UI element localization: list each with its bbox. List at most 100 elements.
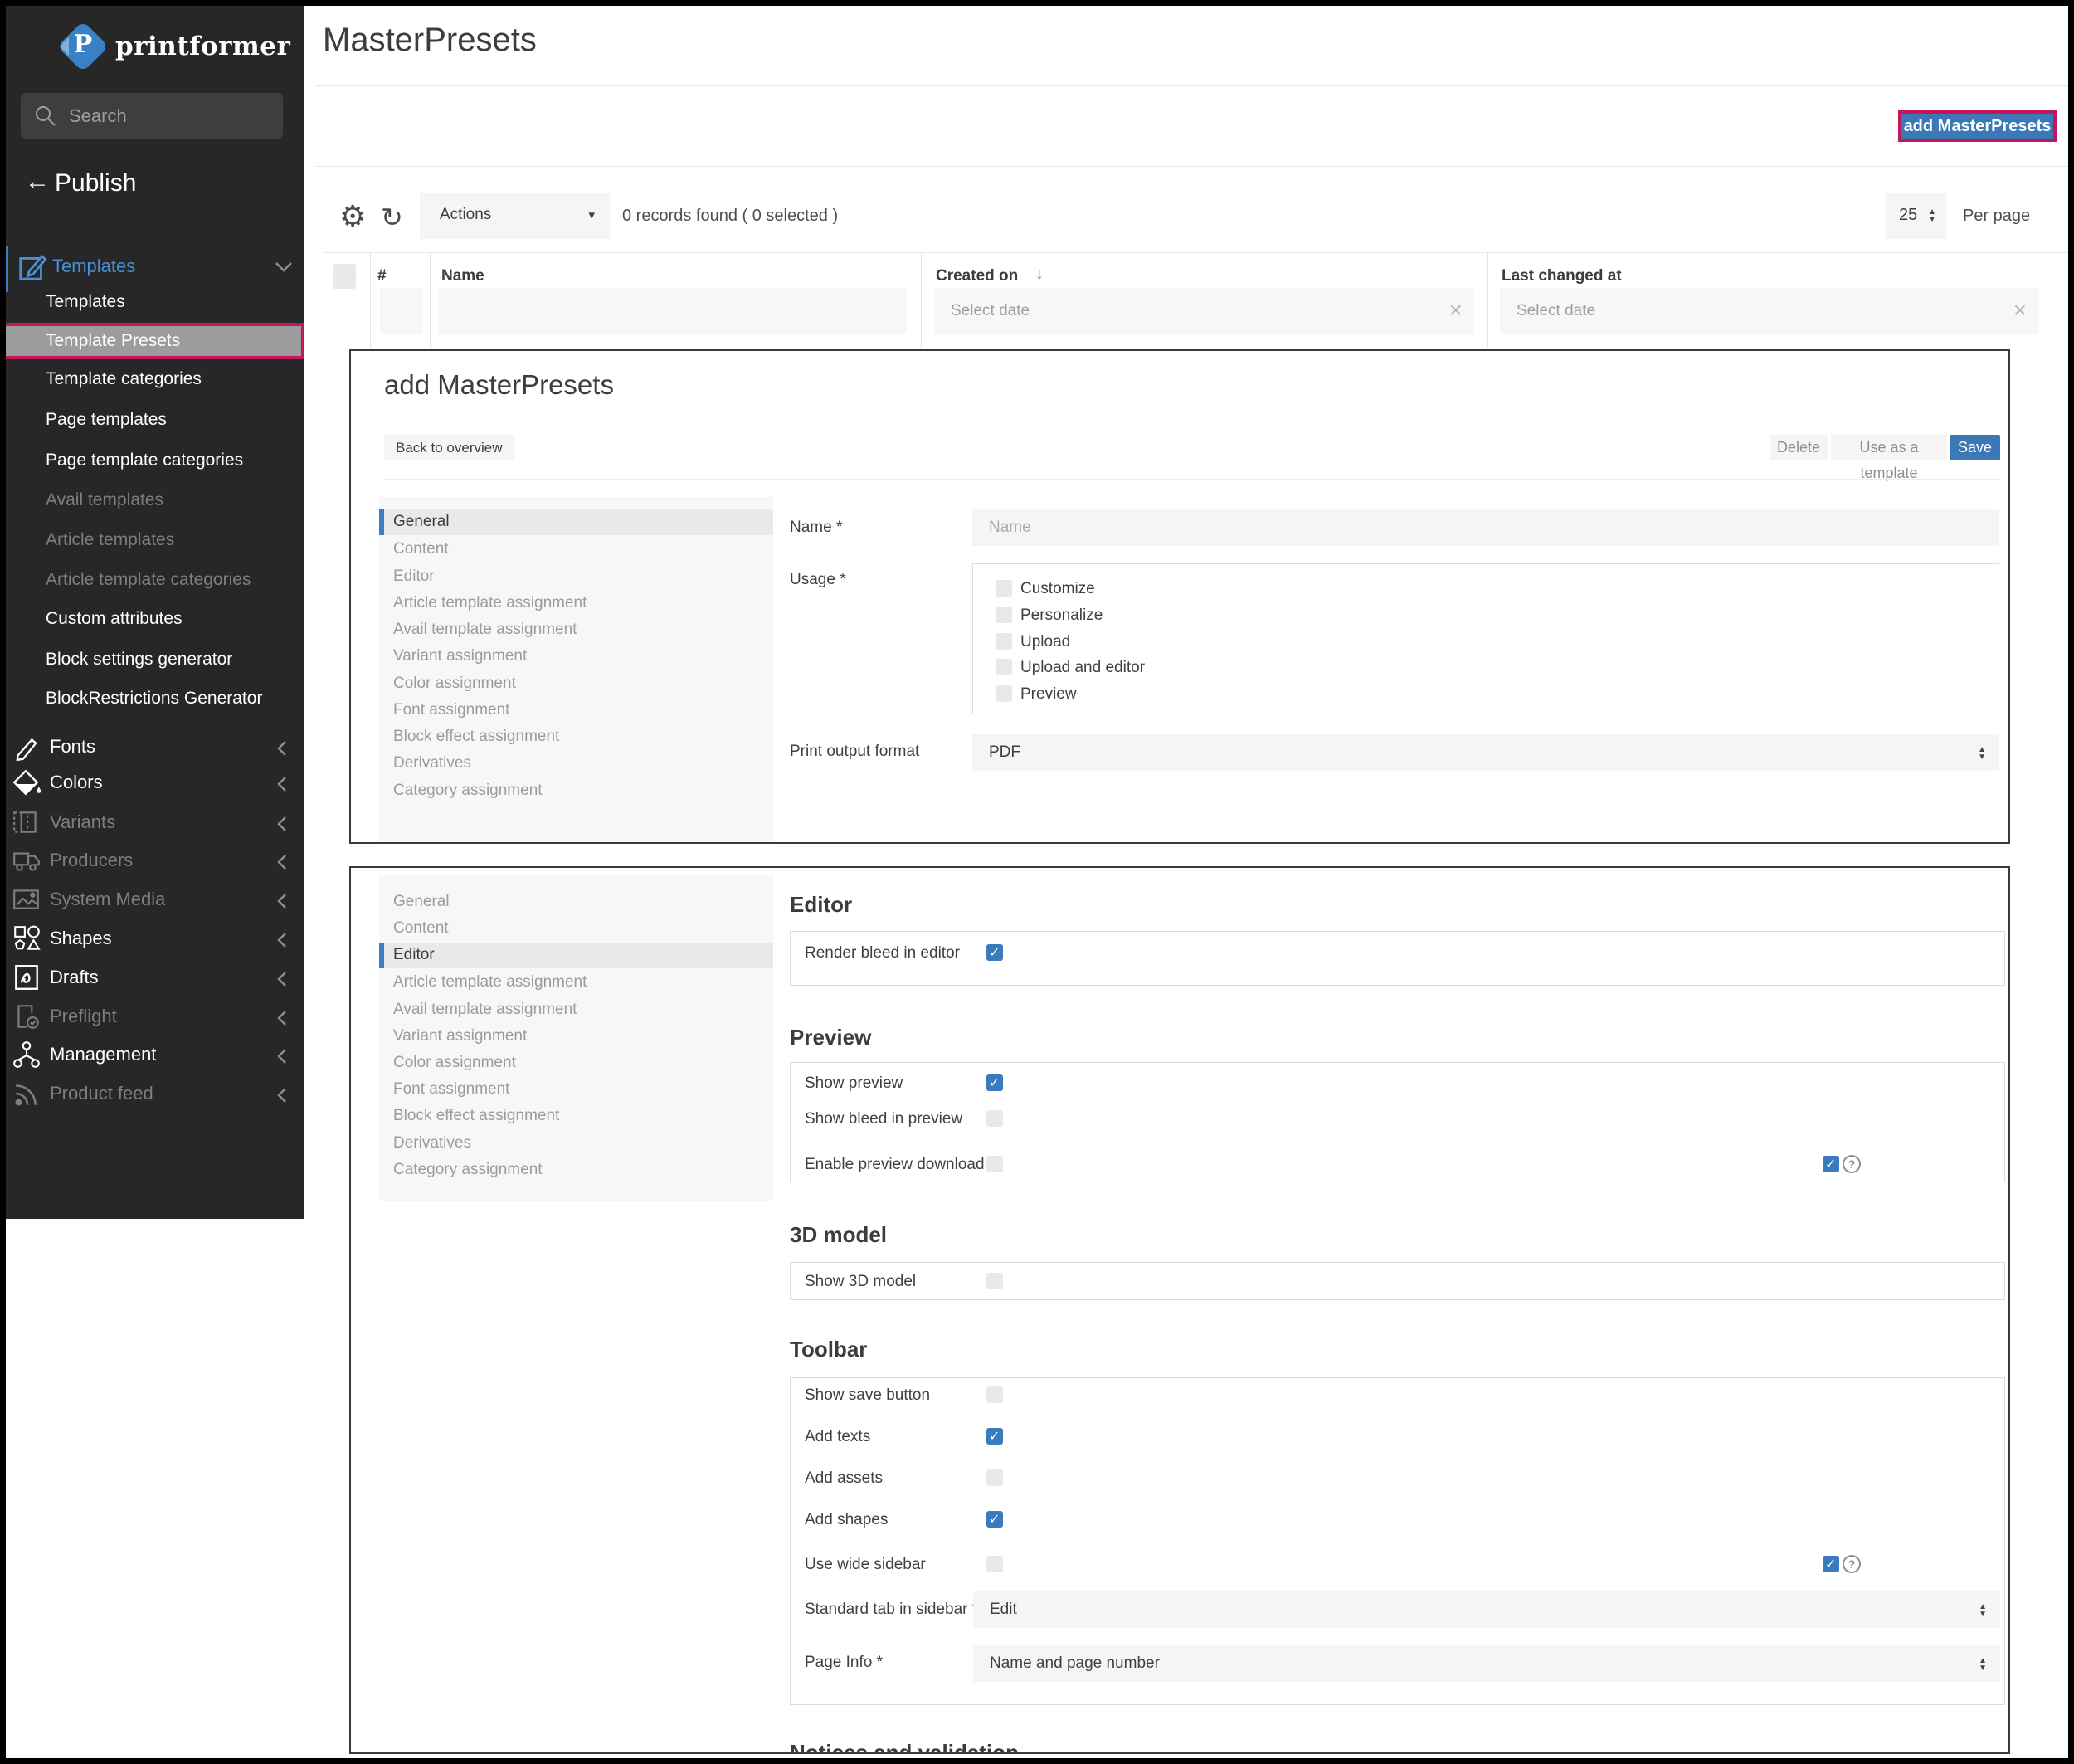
sidebar-item-page-templates[interactable]: Page templates [46, 410, 295, 435]
checkbox-use-wide-sidebar[interactable] [986, 1556, 1003, 1572]
nav-item-general[interactable]: General [393, 893, 450, 911]
chevron-down-icon [274, 261, 294, 278]
checkbox-upload-and-editor[interactable] [996, 659, 1012, 675]
sidebar-item-drafts[interactable]: Drafts [0, 959, 304, 997]
column-header-created-on[interactable]: Created on [936, 267, 1018, 285]
checkbox-add-texts[interactable] [986, 1428, 1003, 1445]
per-page-select[interactable]: 25 ▲▼ [1886, 193, 1946, 239]
name-filter-input[interactable] [438, 288, 907, 334]
column-header-name[interactable]: Name [441, 267, 484, 285]
nav-item-category-assignment[interactable]: Category assignment [393, 1161, 543, 1179]
sidebar-item-producers[interactable]: Producers [0, 842, 304, 880]
sidebar-item-template-categories[interactable]: Template categories [46, 369, 295, 394]
chevron-left-icon [275, 931, 289, 953]
help-icon[interactable]: ? [1843, 1155, 1861, 1173]
checkbox-add-assets[interactable] [986, 1469, 1003, 1486]
sidebar-item-avail-templates[interactable]: Avail templates [46, 490, 295, 515]
created-on-date-filter[interactable]: × [934, 288, 1474, 334]
sidebar-item-template-presets[interactable]: Template Presets [0, 323, 304, 359]
add-masterpresets-button[interactable]: add MasterPresets [1898, 110, 2057, 142]
toolbar-group: Show save button Add texts Add assets Ad… [790, 1377, 2005, 1705]
clear-filter-icon[interactable]: × [1449, 297, 1463, 324]
nav-item-color-assignment[interactable]: Color assignment [393, 675, 516, 693]
nav-item-color-assignment[interactable]: Color assignment [393, 1054, 516, 1072]
sidebar-item-article-templates[interactable]: Article templates [46, 530, 295, 555]
column-header-last-changed[interactable]: Last changed at [1502, 267, 1622, 285]
chevron-left-icon [275, 1047, 289, 1070]
nav-item-block-effect-assignment[interactable]: Block effect assignment [393, 728, 559, 746]
sidebar-item-variants[interactable]: Variants [0, 804, 304, 842]
checkbox-enable-preview-download-override[interactable] [1823, 1156, 1839, 1172]
use-as-template-button[interactable]: Use as a template [1831, 435, 1947, 460]
usage-field-label: Usage * [790, 571, 846, 589]
sidebar-item-article-template-categories[interactable]: Article template categories [46, 570, 295, 595]
checkbox-customize[interactable] [996, 580, 1012, 597]
nav-item-article-template-assignment[interactable]: Article template assignment [393, 594, 587, 612]
checkbox-use-wide-sidebar-override[interactable] [1823, 1556, 1839, 1572]
sidebar-item-management[interactable]: Management [0, 1036, 304, 1074]
usage-options-group: Customize Personalize Upload Upload and … [972, 563, 1999, 714]
sidebar-item-fonts[interactable]: Fonts [0, 729, 304, 767]
nav-item-category-assignment[interactable]: Category assignment [393, 782, 543, 800]
nav-item-avail-template-assignment[interactable]: Avail template assignment [393, 621, 577, 639]
column-header-index[interactable]: # [377, 267, 387, 285]
nav-item-variant-assignment[interactable]: Variant assignment [393, 647, 527, 665]
sidebar-item-templates[interactable]: Templates [46, 292, 295, 317]
nav-item-font-assignment[interactable]: Font assignment [393, 1080, 509, 1099]
print-format-select[interactable]: PDF ▲▼ [972, 734, 1999, 771]
sidebar-item-custom-attributes[interactable]: Custom attributes [46, 609, 295, 634]
nav-item-avail-template-assignment[interactable]: Avail template assignment [393, 1001, 577, 1019]
save-button[interactable]: Save [1950, 435, 2000, 460]
last-changed-date-filter[interactable]: × [1500, 288, 2038, 334]
checkbox-upload[interactable] [996, 633, 1012, 650]
settings-gear-icon[interactable]: ⚙ [339, 199, 366, 234]
checkbox-enable-preview-download[interactable] [986, 1156, 1003, 1172]
checkbox-show-3d-model[interactable] [986, 1273, 1003, 1289]
help-icon[interactable]: ? [1843, 1555, 1861, 1573]
back-to-overview-button[interactable]: Back to overview [384, 435, 514, 460]
clear-filter-icon[interactable]: × [2013, 297, 2027, 324]
nav-item-font-assignment[interactable]: Font assignment [393, 701, 509, 719]
sidebar-item-block-settings-generator[interactable]: Block settings generator [46, 650, 295, 675]
nav-item-editor[interactable]: Editor [393, 568, 435, 586]
select-all-checkbox[interactable] [333, 264, 356, 289]
pdf-document-icon [12, 962, 41, 997]
standard-tab-select[interactable]: Edit ▲▼ [973, 1591, 2000, 1628]
sidebar-item-templates-group[interactable]: Templates [0, 244, 304, 292]
name-field-label: Name * [790, 519, 842, 537]
checkbox-personalize[interactable] [996, 607, 1012, 623]
sidebar-item-system-media[interactable]: System Media [0, 881, 304, 919]
checkbox-add-shapes[interactable] [986, 1511, 1003, 1528]
checkbox-show-preview[interactable] [986, 1074, 1003, 1091]
actions-dropdown[interactable]: Actions ▾ [420, 193, 610, 239]
nav-item-derivatives[interactable]: Derivatives [393, 1134, 471, 1152]
page-info-select[interactable]: Name and page number ▲▼ [973, 1645, 2000, 1682]
checkbox-show-bleed-preview[interactable] [986, 1110, 1003, 1127]
nav-item-article-template-assignment[interactable]: Article template assignment [393, 973, 587, 992]
sidebar-item-product-feed[interactable]: Product feed [0, 1075, 304, 1113]
nav-item-content[interactable]: Content [393, 540, 449, 558]
delete-button[interactable]: Delete [1770, 435, 1828, 460]
checkbox-render-bleed[interactable] [986, 944, 1003, 961]
name-field[interactable] [972, 509, 1999, 546]
nav-item-content[interactable]: Content [393, 919, 449, 938]
sidebar-item-shapes[interactable]: Shapes [0, 920, 304, 958]
nav-item-block-effect-assignment[interactable]: Block effect assignment [393, 1107, 559, 1125]
checkbox-preview[interactable] [996, 685, 1012, 702]
sort-desc-icon[interactable]: ↓ [1035, 266, 1044, 284]
nav-item-variant-assignment[interactable]: Variant assignment [393, 1027, 527, 1045]
sidebar-search[interactable] [21, 93, 283, 139]
back-to-publish[interactable]: ← Publish [0, 168, 304, 201]
add-masterpresets-dialog-general: add MasterPresets Back to overview Delet… [349, 349, 2010, 844]
search-input[interactable] [67, 93, 275, 139]
sidebar-item-preflight[interactable]: Preflight [0, 998, 304, 1036]
checkbox-show-save-button[interactable] [986, 1386, 1003, 1403]
sidebar-item-blockrestrictions-generator[interactable]: BlockRestrictions Generator [46, 689, 295, 714]
nav-item-derivatives[interactable]: Derivatives [393, 754, 471, 772]
sidebar-item-page-template-categories[interactable]: Page template categories [46, 451, 295, 475]
nav-item-editor[interactable]: Editor [379, 943, 773, 968]
refresh-icon[interactable]: ↻ [381, 202, 403, 233]
toolbar-section-title: Toolbar [790, 1337, 867, 1362]
sidebar-item-colors[interactable]: Colors [0, 764, 304, 802]
nav-item-general[interactable]: General [379, 509, 773, 535]
